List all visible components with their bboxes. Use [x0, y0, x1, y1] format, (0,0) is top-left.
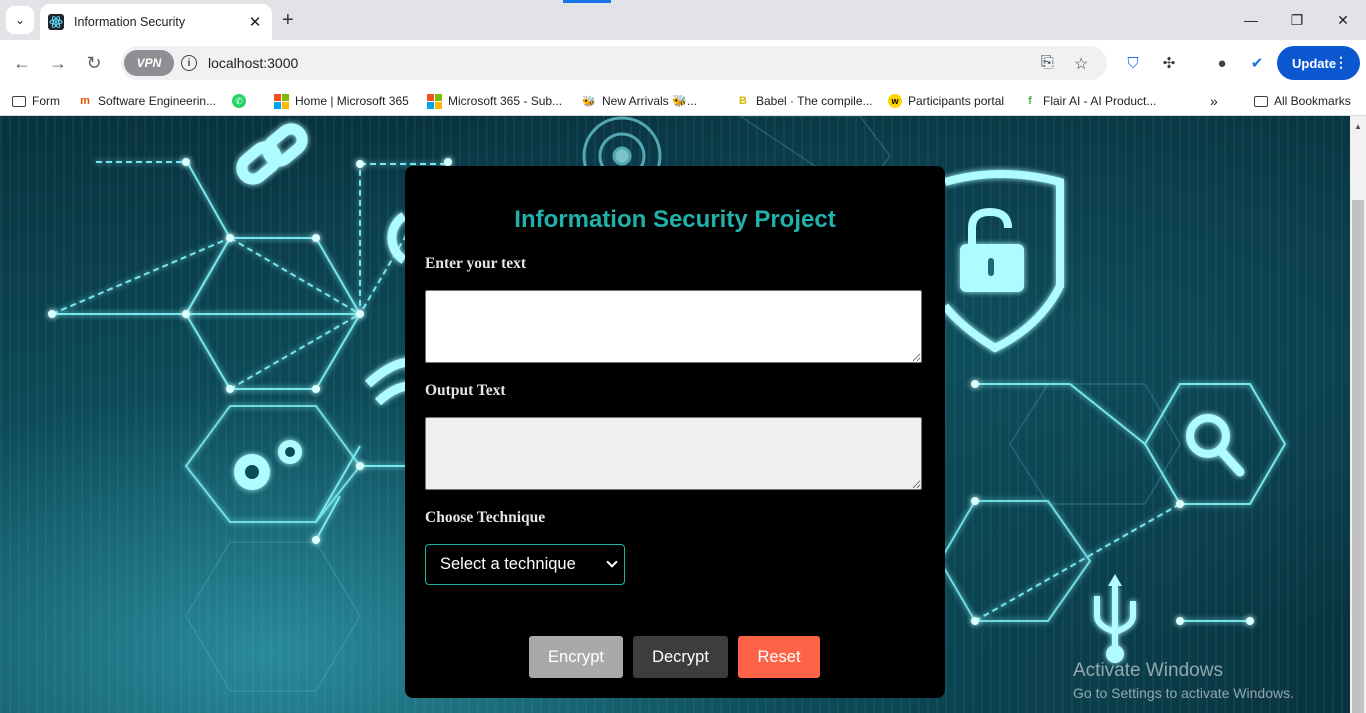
update-label: Update: [1292, 55, 1337, 71]
tab-search-button[interactable]: ⌄: [6, 6, 34, 34]
bookmark-whatsapp[interactable]: ✆: [232, 92, 252, 110]
bookmark-microsoft-home[interactable]: Home | Microsoft 365: [274, 92, 409, 110]
scrollbar-thumb[interactable]: [1352, 200, 1364, 713]
chevron-down-icon: [606, 556, 618, 568]
bookmark-star-icon[interactable]: ☆: [1074, 54, 1088, 74]
bookmark-label: Microsoft 365 - Sub...: [448, 94, 563, 108]
input-text-field[interactable]: [425, 290, 922, 363]
input-text-label: Enter your text: [425, 255, 527, 272]
babel-icon: B: [739, 95, 747, 107]
m-logo-icon: m: [80, 95, 90, 107]
output-text-field: [425, 417, 922, 490]
w-logo-icon: w: [888, 94, 902, 108]
reload-icon[interactable]: ↻: [82, 51, 106, 75]
bookmarks-bar: Form m Software Engineerin... ✆ Home | M…: [0, 86, 1366, 116]
bookmark-label: Form: [32, 94, 60, 108]
all-bookmarks[interactable]: All Bookmarks: [1254, 92, 1351, 110]
verified-shield-icon[interactable]: ✔: [1245, 51, 1269, 75]
update-button[interactable]: Update ⋮: [1277, 46, 1360, 80]
profile-icon[interactable]: ●: [1210, 51, 1234, 75]
restore-button[interactable]: ❐: [1274, 0, 1320, 40]
bookmark-label: New Arrivals 🐝...: [602, 94, 697, 108]
more-bookmarks-icon[interactable]: »: [1210, 92, 1218, 110]
browser-tab[interactable]: Information Security ✕: [40, 4, 272, 40]
whatsapp-icon: ✆: [232, 94, 246, 108]
bookmark-participants-portal[interactable]: w Participants portal: [888, 92, 1004, 110]
url-text[interactable]: localhost:3000: [208, 55, 298, 71]
extensions-puzzle-icon[interactable]: ✣: [1157, 51, 1181, 75]
install-app-icon[interactable]: ⎘: [1041, 54, 1054, 72]
watermark-subtitle: Go to Settings to activate Windows.: [1073, 685, 1294, 701]
new-tab-button[interactable]: +: [282, 8, 294, 32]
tab-strip: ⌄ Information Security ✕ + — ❐ ✕: [0, 0, 1366, 40]
reset-button[interactable]: Reset: [738, 636, 820, 678]
site-info-icon[interactable]: i: [181, 55, 197, 71]
watermark-title: Activate Windows: [1073, 660, 1223, 681]
page-scrollbar[interactable]: ▲: [1350, 116, 1366, 713]
bookmark-form[interactable]: Form: [12, 92, 60, 110]
scroll-up-icon[interactable]: ▲: [1354, 122, 1362, 131]
output-text-label: Output Text: [425, 382, 506, 399]
bookmark-label: Software Engineerin...: [98, 94, 217, 108]
microsoft-icon: [427, 93, 442, 109]
browser-toolbar: ← → ↻ VPN i localhost:3000 ⎘ ☆ ⛉ ✣ ● ✔ U…: [0, 40, 1366, 86]
address-bar[interactable]: VPN i localhost:3000 ⎘ ☆: [121, 46, 1107, 80]
activate-windows-watermark: Activate Windows Go to Settings to activ…: [1073, 660, 1294, 701]
all-bookmarks-label: All Bookmarks: [1274, 94, 1351, 108]
bookmark-label: Babel · The compile...: [756, 94, 873, 108]
page-title: Information Security Project: [514, 206, 836, 233]
bookmark-microsoft-sub[interactable]: Microsoft 365 - Sub...: [427, 92, 562, 110]
bookmark-label: Home | Microsoft 365: [295, 94, 409, 108]
decrypt-button[interactable]: Decrypt: [633, 636, 728, 678]
vpn-badge[interactable]: VPN: [124, 50, 174, 76]
forward-icon[interactable]: →: [46, 51, 70, 75]
close-window-button[interactable]: ✕: [1320, 0, 1366, 40]
bookmark-babel[interactable]: B Babel · The compile...: [736, 92, 873, 110]
shield-extension-icon[interactable]: ⛉: [1121, 51, 1145, 75]
microsoft-icon: [274, 93, 289, 109]
technique-select[interactable]: Select a technique: [425, 544, 625, 585]
react-icon: [48, 14, 64, 30]
folder-icon: [12, 95, 26, 107]
menu-dots-icon: ⋮: [1334, 54, 1348, 70]
bookmark-label: Flair AI - AI Product...: [1043, 94, 1157, 108]
flair-icon: f: [1028, 95, 1032, 107]
bookmark-new-arrivals[interactable]: 🐝 New Arrivals 🐝...: [582, 92, 697, 110]
folder-icon: [1254, 95, 1268, 107]
technique-label: Choose Technique: [425, 509, 546, 526]
bookmark-software-engineering[interactable]: m Software Engineerin...: [78, 92, 216, 110]
technique-selected-value: Select a technique: [440, 555, 576, 573]
minimize-button[interactable]: —: [1228, 0, 1274, 40]
back-icon[interactable]: ←: [10, 51, 34, 75]
tab-title: Information Security: [74, 15, 186, 29]
bee-icon: 🐝: [582, 95, 596, 108]
bookmark-flair-ai[interactable]: f Flair AI - AI Product...: [1023, 92, 1156, 110]
chevron-down-icon: ⌄: [14, 13, 26, 27]
tab-indicator: [563, 0, 611, 3]
bookmark-label: Participants portal: [908, 94, 1005, 108]
close-tab-icon[interactable]: ✕: [246, 13, 264, 31]
encrypt-button[interactable]: Encrypt: [529, 636, 623, 678]
security-project-card: Information Security Project Enter your …: [405, 166, 945, 698]
